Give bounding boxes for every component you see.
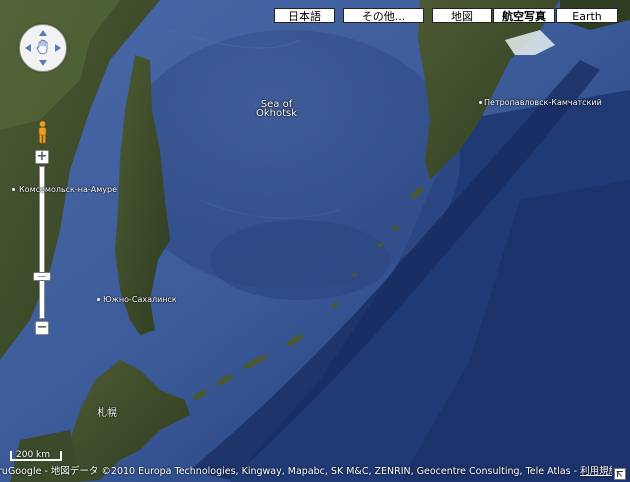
pan-up-icon[interactable]: [39, 30, 47, 36]
map-viewport[interactable]: 日本語 その他... 地図 航空写真 Earth + − Sea of Okho…: [0, 0, 630, 482]
hand-pan-icon[interactable]: [36, 39, 50, 55]
city-dot-petropavlovsk: [479, 101, 482, 104]
label-komsomolsk: Комсомольск-на-Амуре: [19, 185, 118, 194]
label-sea-of-okhotsk-line2: Okhotsk: [256, 108, 298, 119]
label-yuzhno-sakhalinsk: Южно-Сахалинск: [103, 295, 177, 304]
pan-right-icon[interactable]: [55, 44, 61, 52]
pan-control: [19, 24, 67, 72]
label-sapporo: 札幌: [97, 408, 117, 419]
label-sea-of-okhotsk: Sea of Okhotsk: [256, 100, 298, 119]
pegman-icon[interactable]: [36, 120, 49, 144]
map-type-language-button[interactable]: 日本語: [274, 8, 335, 23]
label-petropavlovsk: Петропавловск-Камчатский: [484, 98, 602, 107]
terms-of-use-link[interactable]: 利用規約: [580, 466, 612, 477]
map-type-satellite-button[interactable]: 航空写真: [493, 8, 555, 23]
pan-down-icon[interactable]: [39, 60, 47, 66]
map-type-earth-button[interactable]: Earth: [556, 8, 618, 23]
scale-label: 200 km: [16, 450, 51, 460]
map-type-more-button[interactable]: その他...: [343, 8, 424, 23]
pan-left-icon[interactable]: [25, 44, 31, 52]
attribution-text: Google - 地図データ ©2010 Europa Technologies…: [7, 466, 578, 477]
overview-map-toggle-icon[interactable]: [614, 468, 626, 480]
satellite-imagery: [0, 0, 630, 482]
map-type-map-button[interactable]: 地図: [432, 8, 492, 23]
city-dot-komsomolsk: [12, 188, 15, 191]
zoom-slider-thumb[interactable]: [33, 272, 51, 281]
attribution-prefix: ru: [0, 466, 8, 477]
attribution-bar: ruGoogle - 地図データ ©2010 Europa Technologi…: [0, 465, 612, 479]
city-dot-yuzhno: [97, 298, 100, 301]
zoom-out-button[interactable]: −: [35, 321, 49, 335]
zoom-in-button[interactable]: +: [35, 150, 49, 164]
